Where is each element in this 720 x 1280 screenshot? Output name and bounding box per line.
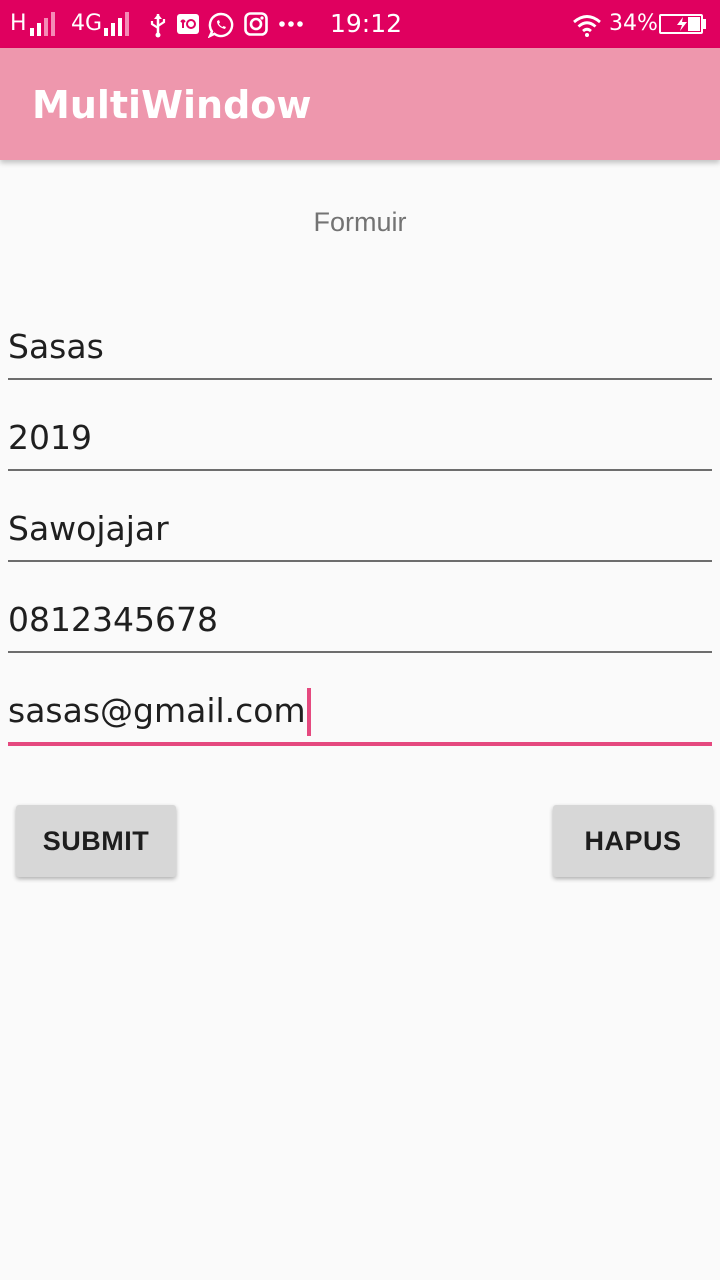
form-heading: Formuir (313, 207, 407, 237)
hapus-button[interactable]: HAPUS (553, 805, 713, 877)
name-input[interactable] (8, 318, 712, 374)
usb-icon (150, 14, 166, 38)
battery-icon (659, 14, 703, 34)
battery-percent: 34% (609, 11, 658, 36)
address-field[interactable] (8, 500, 712, 562)
more-icon (279, 21, 303, 27)
clock: 19:12 (330, 9, 403, 38)
whatsapp-icon (208, 12, 234, 38)
instagram-icon (244, 12, 268, 36)
app-title: MultiWindow (32, 83, 312, 127)
year-input[interactable] (8, 409, 712, 465)
submit-button[interactable]: SUBMIT (16, 805, 176, 877)
email-field[interactable] (8, 682, 712, 746)
name-field[interactable] (8, 318, 712, 380)
status-bar: H 4G 19:12 34% (0, 0, 720, 48)
email-input[interactable] (8, 682, 712, 738)
signal-strength-icon (30, 12, 62, 36)
wifi-icon (573, 15, 601, 37)
app-bar: MultiWindow (0, 48, 720, 160)
phone-input[interactable] (8, 591, 712, 647)
usb-debug-icon (177, 14, 199, 34)
battery-tip (703, 19, 706, 29)
text-cursor (307, 688, 311, 736)
network-type-h: H (10, 11, 27, 36)
address-input[interactable] (8, 500, 712, 556)
network-type-4g: 4G (71, 11, 103, 36)
year-field[interactable] (8, 409, 712, 471)
phone-field[interactable] (8, 591, 712, 653)
battery-fill (688, 17, 700, 31)
signal-strength-icon (104, 12, 136, 36)
